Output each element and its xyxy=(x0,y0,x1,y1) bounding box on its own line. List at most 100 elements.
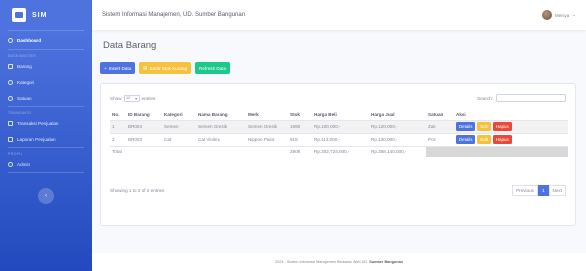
sidebar-toggle-button[interactable]: ‹ xyxy=(38,188,54,204)
table-footer: Showing 1 to 2 of 2 entries Previous 1 N… xyxy=(110,184,566,196)
col-header-aksi: Aksi xyxy=(454,110,568,121)
cell-aksi: Details Edit Hapus xyxy=(454,119,568,133)
chevron-down-icon: ▾ xyxy=(135,96,137,101)
sidebar-item-admin[interactable]: Admin xyxy=(0,156,92,172)
box-icon xyxy=(8,63,13,69)
pagination-previous[interactable]: Previous xyxy=(512,184,538,196)
show-label: Show xyxy=(110,95,122,101)
col-header-harga-jual[interactable]: Harga Jual xyxy=(369,110,426,121)
plus-icon: + xyxy=(104,65,107,71)
sidebar-item-label: Transaksi Penjualan xyxy=(17,120,59,126)
sidebar-item-kategori[interactable]: Kategori xyxy=(0,74,92,90)
cell-id: BR003 xyxy=(126,132,162,146)
cell-kategori: Cat xyxy=(162,132,196,146)
sidebar-item-dashboard[interactable]: Dashboard xyxy=(0,31,92,49)
sidebar-item-label: Satuan xyxy=(17,95,32,101)
sidebar-item-label: Admin xyxy=(17,161,31,167)
sidebar-item-barang[interactable]: Barang xyxy=(0,58,92,74)
sidebar-item-label: Laporan Penjualan xyxy=(17,136,56,142)
cell-stok: 918 xyxy=(288,132,312,146)
chevron-left-icon: ‹ xyxy=(45,193,47,199)
pagination-next[interactable]: Next xyxy=(548,184,566,196)
col-header-satuan[interactable]: Satuan xyxy=(426,110,454,121)
user-menu[interactable]: Meisya ⌄ xyxy=(541,10,576,20)
dashboard-icon xyxy=(8,37,13,43)
table-header-row: No. ID Barang Kategori Nama Barang Merk … xyxy=(110,110,568,121)
sidebar-item-laporan-penjualan[interactable]: Laporan Penjualan xyxy=(0,131,92,147)
cell-stok: 1990 xyxy=(288,119,312,133)
sidebar-item-label: Dashboard xyxy=(17,37,41,43)
sidebar-divider xyxy=(8,172,84,173)
report-icon xyxy=(8,136,13,142)
sidebar-brand[interactable]: SIM xyxy=(0,0,92,30)
sidebar-item-satuan[interactable]: Satuan xyxy=(0,90,92,106)
cell-harga-beli: Rp.100,000,- xyxy=(312,119,369,133)
table-row: 1 BR004 Semen Semen Gresik Semen Gresik … xyxy=(110,119,568,133)
col-header-nama[interactable]: Nama Barang xyxy=(196,110,246,121)
col-header-no[interactable]: No. xyxy=(110,110,126,121)
sidebar: SIM Dashboard DATA MASTER Barang Kategor… xyxy=(0,0,92,271)
col-header-merk[interactable]: Merk xyxy=(246,110,288,121)
data-table-card: Show 10 ▾ entries Search: No. ID Barang … xyxy=(100,83,576,226)
footer-brand: Sumber Bangunan xyxy=(369,260,404,264)
page-footer: 2024 - Sistem Informasi Manajemen Berbas… xyxy=(92,253,586,271)
cell-no: 2 xyxy=(110,132,126,146)
cell-satuan: Zak xyxy=(426,119,454,133)
data-table: No. ID Barang Kategori Nama Barang Merk … xyxy=(110,110,568,157)
sort-stock-label: Sortir Stok Kurang xyxy=(149,65,188,71)
details-button[interactable]: Details xyxy=(456,122,476,131)
entries-length-value: 10 xyxy=(126,96,131,100)
cell-harga-jual: Rp.130,000,- xyxy=(369,132,426,146)
user-name: Meisya xyxy=(554,12,570,18)
filter-icon: ▤ xyxy=(143,65,148,70)
app-title: Sistem Informasi Manajemen, UD. Sumber B… xyxy=(102,12,246,18)
sidebar-heading-transaksi: TRANSAKSI xyxy=(8,111,32,115)
cell-merk: Semen Gresik xyxy=(246,119,288,133)
topbar: Sistem Informasi Manajemen, UD. Sumber B… xyxy=(92,0,586,30)
sidebar-heading-profil: PROFIL xyxy=(8,152,23,156)
page-title: Data Barang xyxy=(103,40,157,51)
cell-merk: Nippon Paint xyxy=(246,132,288,146)
total-stok: 2908 xyxy=(288,145,312,157)
sidebar-item-label: Barang xyxy=(17,63,32,69)
total-empty-cell xyxy=(426,145,454,157)
search-label: Search: xyxy=(477,95,493,101)
col-header-harga-beli[interactable]: Harga Beli xyxy=(312,110,369,121)
tag-icon xyxy=(8,79,13,85)
refresh-data-button[interactable]: Refresh Data xyxy=(195,62,231,74)
cell-id: BR004 xyxy=(126,119,162,133)
table-total-row: Total 2908 Rp.302,734,000,- Rp.358,140,0… xyxy=(110,145,568,157)
sort-stock-button[interactable]: ▤ Sortir Stok Kurang xyxy=(139,62,192,74)
search-input[interactable] xyxy=(496,94,566,102)
insert-data-button[interactable]: + Insert Data xyxy=(100,62,136,74)
pagination-page-1[interactable]: 1 xyxy=(537,184,549,196)
table-search: Search: xyxy=(477,94,566,102)
edit-button[interactable]: Edit xyxy=(477,122,491,131)
cell-satuan: Pcs xyxy=(426,132,454,146)
toolbar: + Insert Data ▤ Sortir Stok Kurang Refre… xyxy=(100,62,231,74)
table-info: Showing 1 to 2 of 2 entries xyxy=(110,187,165,193)
sidebar-item-transaksi-penjualan[interactable]: Transaksi Penjualan xyxy=(0,115,92,131)
cell-nama: Cat Vinilex xyxy=(196,132,246,146)
avatar xyxy=(541,10,552,20)
footer-text: 2024 - Sistem Informasi Manajemen Berbas… xyxy=(274,260,369,264)
col-header-id[interactable]: ID Barang xyxy=(126,110,162,121)
table-row: 2 BR003 Cat Cat Vinilex Nippon Paint 918… xyxy=(110,132,568,146)
cell-kategori: Semen xyxy=(162,119,196,133)
sidebar-item-label: Kategori xyxy=(17,79,35,85)
cell-harga-beli: Rp.113,000,- xyxy=(312,132,369,146)
chevron-down-icon: ⌄ xyxy=(572,12,576,17)
cell-nama: Semen Gresik xyxy=(196,119,246,133)
cell-aksi: Details Edit Hapus xyxy=(454,132,568,146)
details-button[interactable]: Details xyxy=(456,135,476,144)
delete-button[interactable]: Hapus xyxy=(493,122,512,131)
total-label: Total xyxy=(110,145,288,157)
col-header-stok[interactable]: Stok xyxy=(288,110,312,121)
entries-length-select[interactable]: 10 ▾ xyxy=(123,94,140,102)
col-header-kategori[interactable]: Kategori xyxy=(162,110,196,121)
delete-button[interactable]: Hapus xyxy=(493,135,512,144)
total-empty-cell xyxy=(454,145,568,157)
pagination: Previous 1 Next xyxy=(512,184,566,196)
total-harga-jual: Rp.358,140,000,- xyxy=(369,145,426,157)
edit-button[interactable]: Edit xyxy=(477,135,491,144)
